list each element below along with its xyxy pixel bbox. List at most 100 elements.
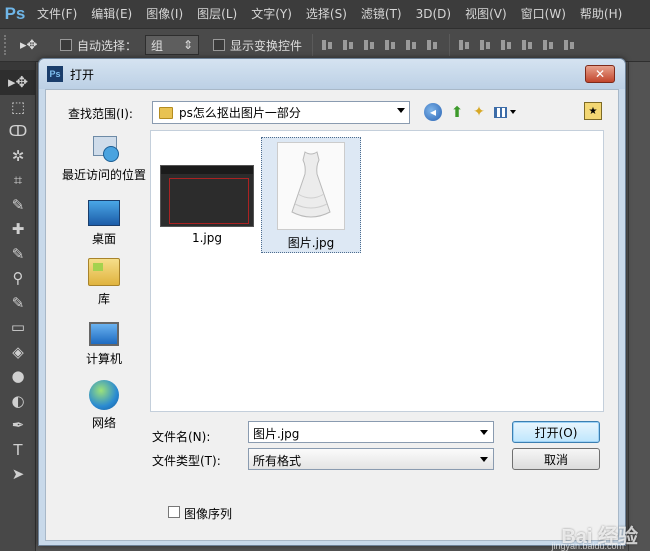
distribute-hcenter-icon[interactable]	[541, 38, 555, 52]
open-button[interactable]: 打开(O)	[512, 421, 600, 443]
separator	[312, 34, 314, 56]
place-library[interactable]: 库	[58, 258, 150, 314]
cancel-button[interactable]: 取消	[512, 448, 600, 470]
place-label: 计算机	[85, 352, 122, 366]
menu-view[interactable]: 视图(V)	[458, 0, 514, 28]
menu-bar: Ps 文件(F) 编辑(E) 图像(I) 图层(L) 文字(Y) 选择(S) 滤…	[0, 0, 650, 28]
distribute-bottom-icon[interactable]	[499, 38, 513, 52]
align-bottom-icon[interactable]	[362, 38, 376, 52]
library-icon	[88, 258, 120, 286]
options-bar: ▸✥ 自动选择： 组 ⇕ 显示变换控件	[0, 28, 650, 62]
move-tool-preset-icon[interactable]: ▸✥	[20, 38, 54, 53]
open-dialog: Ps 打开 ✕ 查找范围(I): ps怎么抠出图片一部分 ◂ ⬆ ✦ ★ 最近访…	[38, 58, 626, 546]
menu-help[interactable]: 帮助(H)	[573, 0, 629, 28]
magic-wand-tool-icon[interactable]: ✲	[0, 144, 36, 169]
show-transform-checkbox[interactable]	[213, 39, 226, 51]
file-name: 图片.jpg	[287, 236, 335, 250]
menu-filter[interactable]: 滤镜(T)	[354, 0, 409, 28]
updown-icon: ⇕	[182, 38, 194, 52]
file-name-value: 图片.jpg	[253, 427, 300, 441]
new-folder-icon[interactable]: ✦	[470, 103, 488, 121]
look-in-value: ps怎么抠出图片一部分	[179, 106, 301, 120]
chevron-down-icon[interactable]	[480, 430, 488, 435]
move-tool-icon[interactable]: ▸✥	[0, 70, 36, 95]
place-network[interactable]: 网络	[58, 380, 150, 436]
options-grip[interactable]	[4, 35, 12, 55]
dialog-titlebar[interactable]: Ps 打开 ✕	[39, 59, 625, 89]
auto-select-value: 组	[151, 38, 164, 53]
toolbox-header[interactable]	[0, 62, 35, 70]
look-in-dropdown[interactable]: ps怎么抠出图片一部分	[152, 101, 410, 124]
type-tool-icon[interactable]: T	[0, 438, 36, 463]
image-sequence-checkbox[interactable]	[168, 506, 180, 518]
file-type-dropdown[interactable]: 所有格式	[248, 448, 494, 470]
place-desktop[interactable]: 桌面	[58, 198, 150, 254]
align-hcenter-icon[interactable]	[404, 38, 418, 52]
auto-select-label: 自动选择：	[77, 38, 138, 53]
separator	[449, 34, 451, 56]
file-thumbnail	[160, 165, 254, 227]
distribute-right-icon[interactable]	[562, 38, 576, 52]
photoshop-icon: Ps	[47, 66, 63, 82]
chevron-down-icon	[480, 457, 488, 462]
menu-3d[interactable]: 3D(D)	[409, 0, 458, 28]
photoshop-logo: Ps	[4, 4, 26, 23]
menu-select[interactable]: 选择(S)	[299, 0, 354, 28]
places-bar: 最近访问的位置 桌面 库 计算机 网络	[58, 130, 150, 488]
stamp-tool-icon[interactable]: ⚲	[0, 266, 36, 291]
crop-tool-icon[interactable]: ⌗	[0, 168, 36, 193]
pen-tool-icon[interactable]: ✒	[0, 413, 36, 438]
file-item[interactable]: 1.jpg	[157, 137, 257, 253]
blur-tool-icon[interactable]: ●	[0, 364, 36, 389]
place-label: 网络	[91, 416, 116, 430]
file-name-input[interactable]: 图片.jpg	[248, 421, 494, 443]
dress-image	[291, 151, 331, 218]
browse-icon[interactable]: ★	[584, 102, 602, 120]
file-type-label: 文件类型(T):	[152, 454, 221, 468]
chevron-down-icon	[397, 108, 405, 113]
up-folder-icon[interactable]: ⬆	[448, 103, 466, 121]
distribute-top-icon[interactable]	[457, 38, 471, 52]
menu-image[interactable]: 图像(I)	[139, 0, 190, 28]
marquee-tool-icon[interactable]: ⬚	[0, 95, 36, 120]
image-sequence-label: 图像序列	[184, 507, 233, 521]
menu-type[interactable]: 文字(Y)	[244, 0, 299, 28]
recent-places-icon	[89, 134, 119, 162]
align-left-icon[interactable]	[383, 38, 397, 52]
menu-window[interactable]: 窗口(W)	[514, 0, 573, 28]
align-right-icon[interactable]	[425, 38, 439, 52]
file-list: 1.jpg 图片.jpg	[150, 130, 604, 412]
auto-select-dropdown[interactable]: 组 ⇕	[145, 35, 200, 55]
auto-select-checkbox[interactable]	[60, 39, 72, 51]
computer-icon	[89, 322, 119, 346]
eraser-tool-icon[interactable]: ▭	[0, 315, 36, 340]
back-icon[interactable]: ◂	[424, 103, 442, 121]
menu-file[interactable]: 文件(F)	[30, 0, 84, 28]
dodge-tool-icon[interactable]: ◐	[0, 389, 36, 414]
place-computer[interactable]: 计算机	[58, 320, 150, 376]
menu-edit[interactable]: 编辑(E)	[84, 0, 139, 28]
path-select-tool-icon[interactable]: ➤	[0, 462, 36, 487]
menu-layer[interactable]: 图层(L)	[190, 0, 244, 28]
align-top-icon[interactable]	[320, 38, 334, 52]
eyedropper-tool-icon[interactable]: ✎	[0, 193, 36, 218]
lasso-tool-icon[interactable]: ↀ	[0, 119, 36, 144]
file-thumbnail	[277, 142, 345, 230]
healing-tool-icon[interactable]: ✚	[0, 217, 36, 242]
brush-tool-icon[interactable]: ✎	[0, 242, 36, 267]
close-button[interactable]: ✕	[585, 65, 615, 83]
distribute-left-icon[interactable]	[520, 38, 534, 52]
views-menu-icon[interactable]	[492, 103, 518, 121]
align-vcenter-icon[interactable]	[341, 38, 355, 52]
desktop-icon	[88, 200, 120, 226]
file-type-value: 所有格式	[253, 454, 302, 468]
file-name-label: 文件名(N):	[152, 430, 211, 444]
view-grid-icon	[494, 106, 507, 118]
folder-icon	[159, 106, 173, 119]
history-brush-tool-icon[interactable]: ✎	[0, 291, 36, 316]
distribute-vcenter-icon[interactable]	[478, 38, 492, 52]
place-recent[interactable]: 最近访问的位置	[58, 134, 150, 190]
file-item-selected[interactable]: 图片.jpg	[261, 137, 361, 253]
paint-bucket-tool-icon[interactable]: ◈	[0, 340, 36, 365]
file-name: 1.jpg	[191, 231, 223, 245]
